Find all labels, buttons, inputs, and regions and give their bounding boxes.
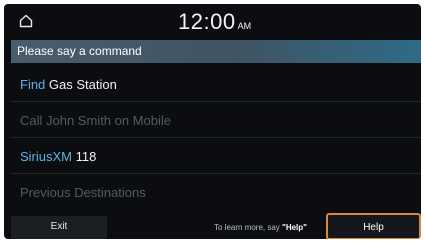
command-keyword: SiriusXM: [20, 149, 73, 164]
help-hint-keyword: "Help": [282, 223, 307, 232]
clock-ampm: AM: [237, 21, 252, 31]
help-hint: To learn more, say "Help": [214, 223, 307, 232]
command-item-call-contact: Call John Smith on Mobile: [11, 103, 421, 138]
command-label: Find Gas Station: [20, 77, 117, 92]
command-text: Call John Smith on Mobile: [20, 113, 172, 128]
command-text: Previous Destinations: [20, 185, 146, 200]
help-button-label: Help: [363, 222, 384, 233]
prompt-bar: Please say a command: [11, 40, 421, 63]
exit-button-label: Exit: [50, 221, 68, 232]
command-label: SiriusXM 118: [20, 149, 96, 164]
clock-time: 12:00: [178, 9, 236, 34]
command-item-siriusxm[interactable]: SiriusXM 118: [11, 139, 421, 174]
exit-button[interactable]: Exit: [11, 216, 107, 239]
voice-command-screen: 12:00 AM Please say a command Find Gas St…: [4, 4, 421, 239]
command-item-find-gas-station[interactable]: Find Gas Station: [11, 67, 421, 102]
command-item-previous-destinations: Previous Destinations: [11, 175, 421, 209]
command-text: 118: [75, 149, 97, 164]
home-icon[interactable]: [18, 13, 34, 29]
command-text: Gas Station: [48, 77, 117, 92]
clock: 12:00 AM: [178, 9, 251, 35]
command-keyword: Find: [20, 77, 46, 92]
prompt-text: Please say a command: [17, 44, 142, 58]
status-bar: 12:00 AM: [4, 4, 421, 38]
help-button[interactable]: Help: [326, 213, 421, 239]
help-hint-prefix: To learn more, say: [214, 223, 283, 232]
